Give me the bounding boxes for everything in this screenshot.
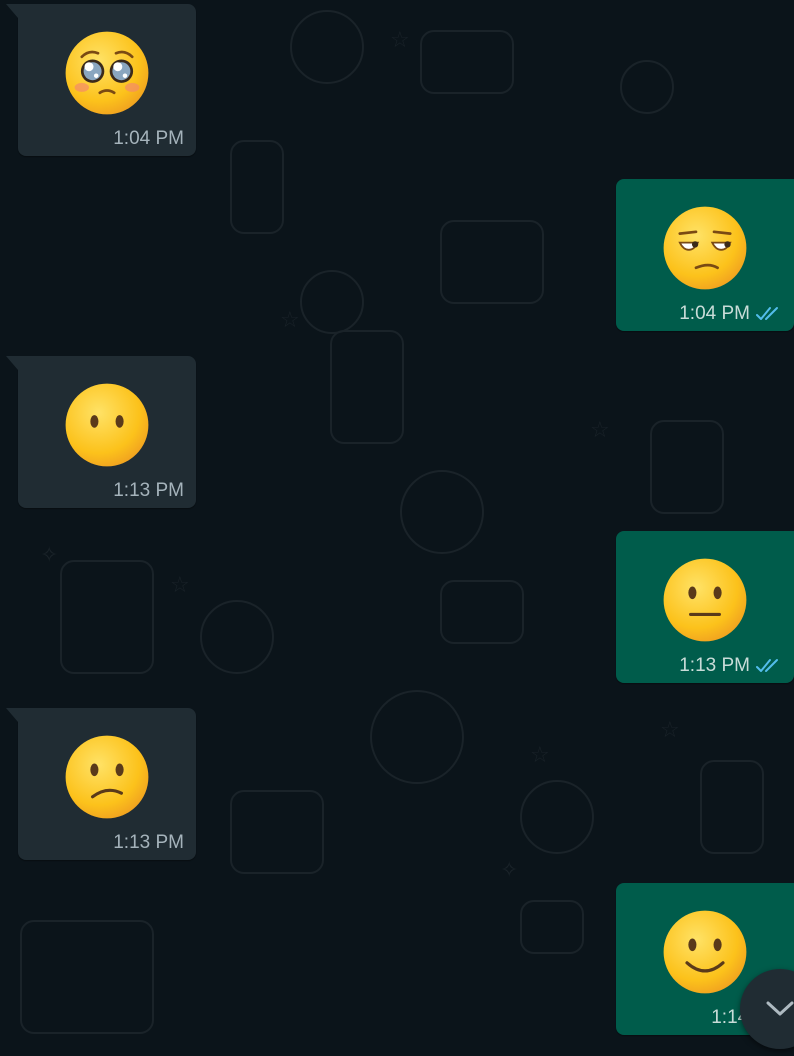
message-bubble-incoming[interactable]: 1:04 PM [6,4,196,156]
message-bubble-incoming[interactable]: 1:13 PM [6,708,196,860]
bubble-tail [6,356,18,370]
double-check-read-icon [756,659,778,672]
message-meta: 1:04 PM [679,303,782,325]
chevron-down-icon [766,1001,794,1016]
bubble-tail [6,708,18,722]
neutral-face-emoji-icon [663,558,747,642]
message-bubble-outgoing[interactable]: 1:04 PM [616,179,794,331]
message-time: 1:13 PM [113,480,184,501]
message-time: 1:13 PM [679,655,750,676]
message-time: 1:13 PM [113,832,184,853]
slightly-smiling-face-emoji-icon [663,910,747,994]
pleading-face-emoji-icon [65,31,149,115]
message-meta: 1:04 PM [113,128,184,150]
bubble-tail [6,4,18,18]
chat-conversation: ☆ ☆ ☆ ☆ ☆ ☆ ✧ ✧ 1:04 PM 1:04 PM 1:13 PM … [0,0,794,1056]
message-bubble-incoming[interactable]: 1:13 PM [6,356,196,508]
face-without-mouth-emoji-icon [65,383,149,467]
confused-face-emoji-icon [65,735,149,819]
message-meta: 1:13 PM [113,480,184,502]
message-meta: 1:13 PM [679,655,782,677]
message-time: 1:04 PM [679,303,750,324]
double-check-read-icon [756,307,778,320]
message-time: 1:04 PM [113,128,184,149]
unamused-face-emoji-icon [663,206,747,290]
message-bubble-outgoing[interactable]: 1:13 PM [616,531,794,683]
message-meta: 1:13 PM [113,832,184,854]
